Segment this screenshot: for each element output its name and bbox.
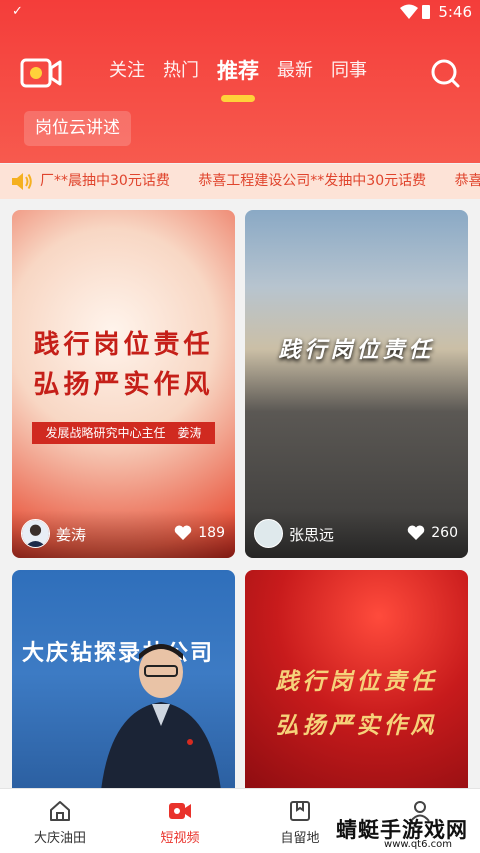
video-card[interactable]: 践行岗位责任 弘扬严实作风 发展战略研究中心主任 姜涛 姜涛 189 xyxy=(12,210,235,558)
home-icon xyxy=(50,801,70,821)
person-thumbnail xyxy=(100,644,222,800)
app-header: ✓ 5:46 关注 热门 推荐 最新 同事 岗位云讲述 xyxy=(0,0,480,163)
thumbnail-line: 弘扬严实作风 xyxy=(33,370,214,400)
top-tabs: 关注 热门 推荐 最新 同事 xyxy=(100,56,376,96)
video-card[interactable]: 践行岗位责任 弘扬严实作风 xyxy=(245,570,468,800)
notice-item: 恭喜工程建设公司**发抽中30元话费 xyxy=(198,173,427,189)
card-meta: 姜涛 189 xyxy=(12,510,235,558)
tab-latest[interactable]: 最新 xyxy=(268,56,322,96)
notice-item: 厂**晨抽中30元话费 xyxy=(40,173,170,189)
tab-follow[interactable]: 关注 xyxy=(100,56,154,96)
search-icon[interactable] xyxy=(430,58,460,88)
nav-item-short-video[interactable]: 短视频 xyxy=(120,789,240,853)
nav-label: 短视频 xyxy=(160,831,200,846)
video-thumbnail-title: 践行岗位责任 弘扬严实作风 xyxy=(12,325,235,405)
notice-marquee[interactable]: 厂**晨抽中30元话费 恭喜工程建设公司**发抽中30元话费 恭喜 xyxy=(0,164,480,199)
video-thumbnail-title: 践行岗位责任 弘扬严实作风 xyxy=(245,660,468,748)
tab-colleagues[interactable]: 同事 xyxy=(322,56,376,96)
lecture-chip[interactable]: 岗位云讲述 xyxy=(24,111,131,146)
like-button[interactable]: 260 xyxy=(407,525,458,541)
avatar[interactable] xyxy=(254,519,283,548)
author-name[interactable]: 姜涛 xyxy=(56,524,86,545)
heart-icon xyxy=(408,525,425,540)
check-icon: ✓ xyxy=(12,4,23,19)
nav-item-daqing-oilfield[interactable]: 大庆油田 xyxy=(0,789,120,853)
like-count: 260 xyxy=(431,525,458,541)
status-bar: ✓ 5:46 xyxy=(0,0,480,26)
video-card[interactable]: 大庆钻探录井公司 xyxy=(12,570,235,800)
thumbnail-line: 践行岗位责任 xyxy=(278,337,435,363)
status-time: 5:46 xyxy=(438,3,472,21)
thumbnail-caption: 发展战略研究中心主任 姜涛 xyxy=(32,422,215,444)
thumbnail-line: 弘扬严实作风 xyxy=(275,712,438,739)
video-card[interactable]: 践行岗位责任 张思远 260 xyxy=(245,210,468,558)
notice-track: 厂**晨抽中30元话费 恭喜工程建设公司**发抽中30元话费 恭喜 xyxy=(40,164,480,199)
tab-hot[interactable]: 热门 xyxy=(154,56,208,96)
avatar[interactable] xyxy=(21,519,50,548)
video-camera-icon xyxy=(169,803,191,819)
nav-label: 大庆油田 xyxy=(33,831,86,846)
card-meta: 张思远 260 xyxy=(245,510,468,558)
wifi-icon xyxy=(400,4,418,19)
author-name[interactable]: 张思远 xyxy=(289,524,334,545)
heart-icon xyxy=(175,525,192,540)
tab-recommend[interactable]: 推荐 xyxy=(208,56,268,96)
like-button[interactable]: 189 xyxy=(174,525,225,541)
battery-icon xyxy=(422,5,430,19)
speaker-icon xyxy=(12,173,32,190)
notice-item: 恭喜 xyxy=(454,173,480,189)
thumbnail-line: 践行岗位责任 xyxy=(275,668,438,695)
watermark-url: www.qt6.com xyxy=(384,839,452,850)
bookmark-box-icon xyxy=(290,801,310,821)
video-thumbnail-title: 践行岗位责任 xyxy=(245,335,468,365)
like-count: 189 xyxy=(198,525,225,541)
record-video-icon[interactable] xyxy=(20,56,62,90)
thumbnail-line: 践行岗位责任 xyxy=(33,330,214,360)
